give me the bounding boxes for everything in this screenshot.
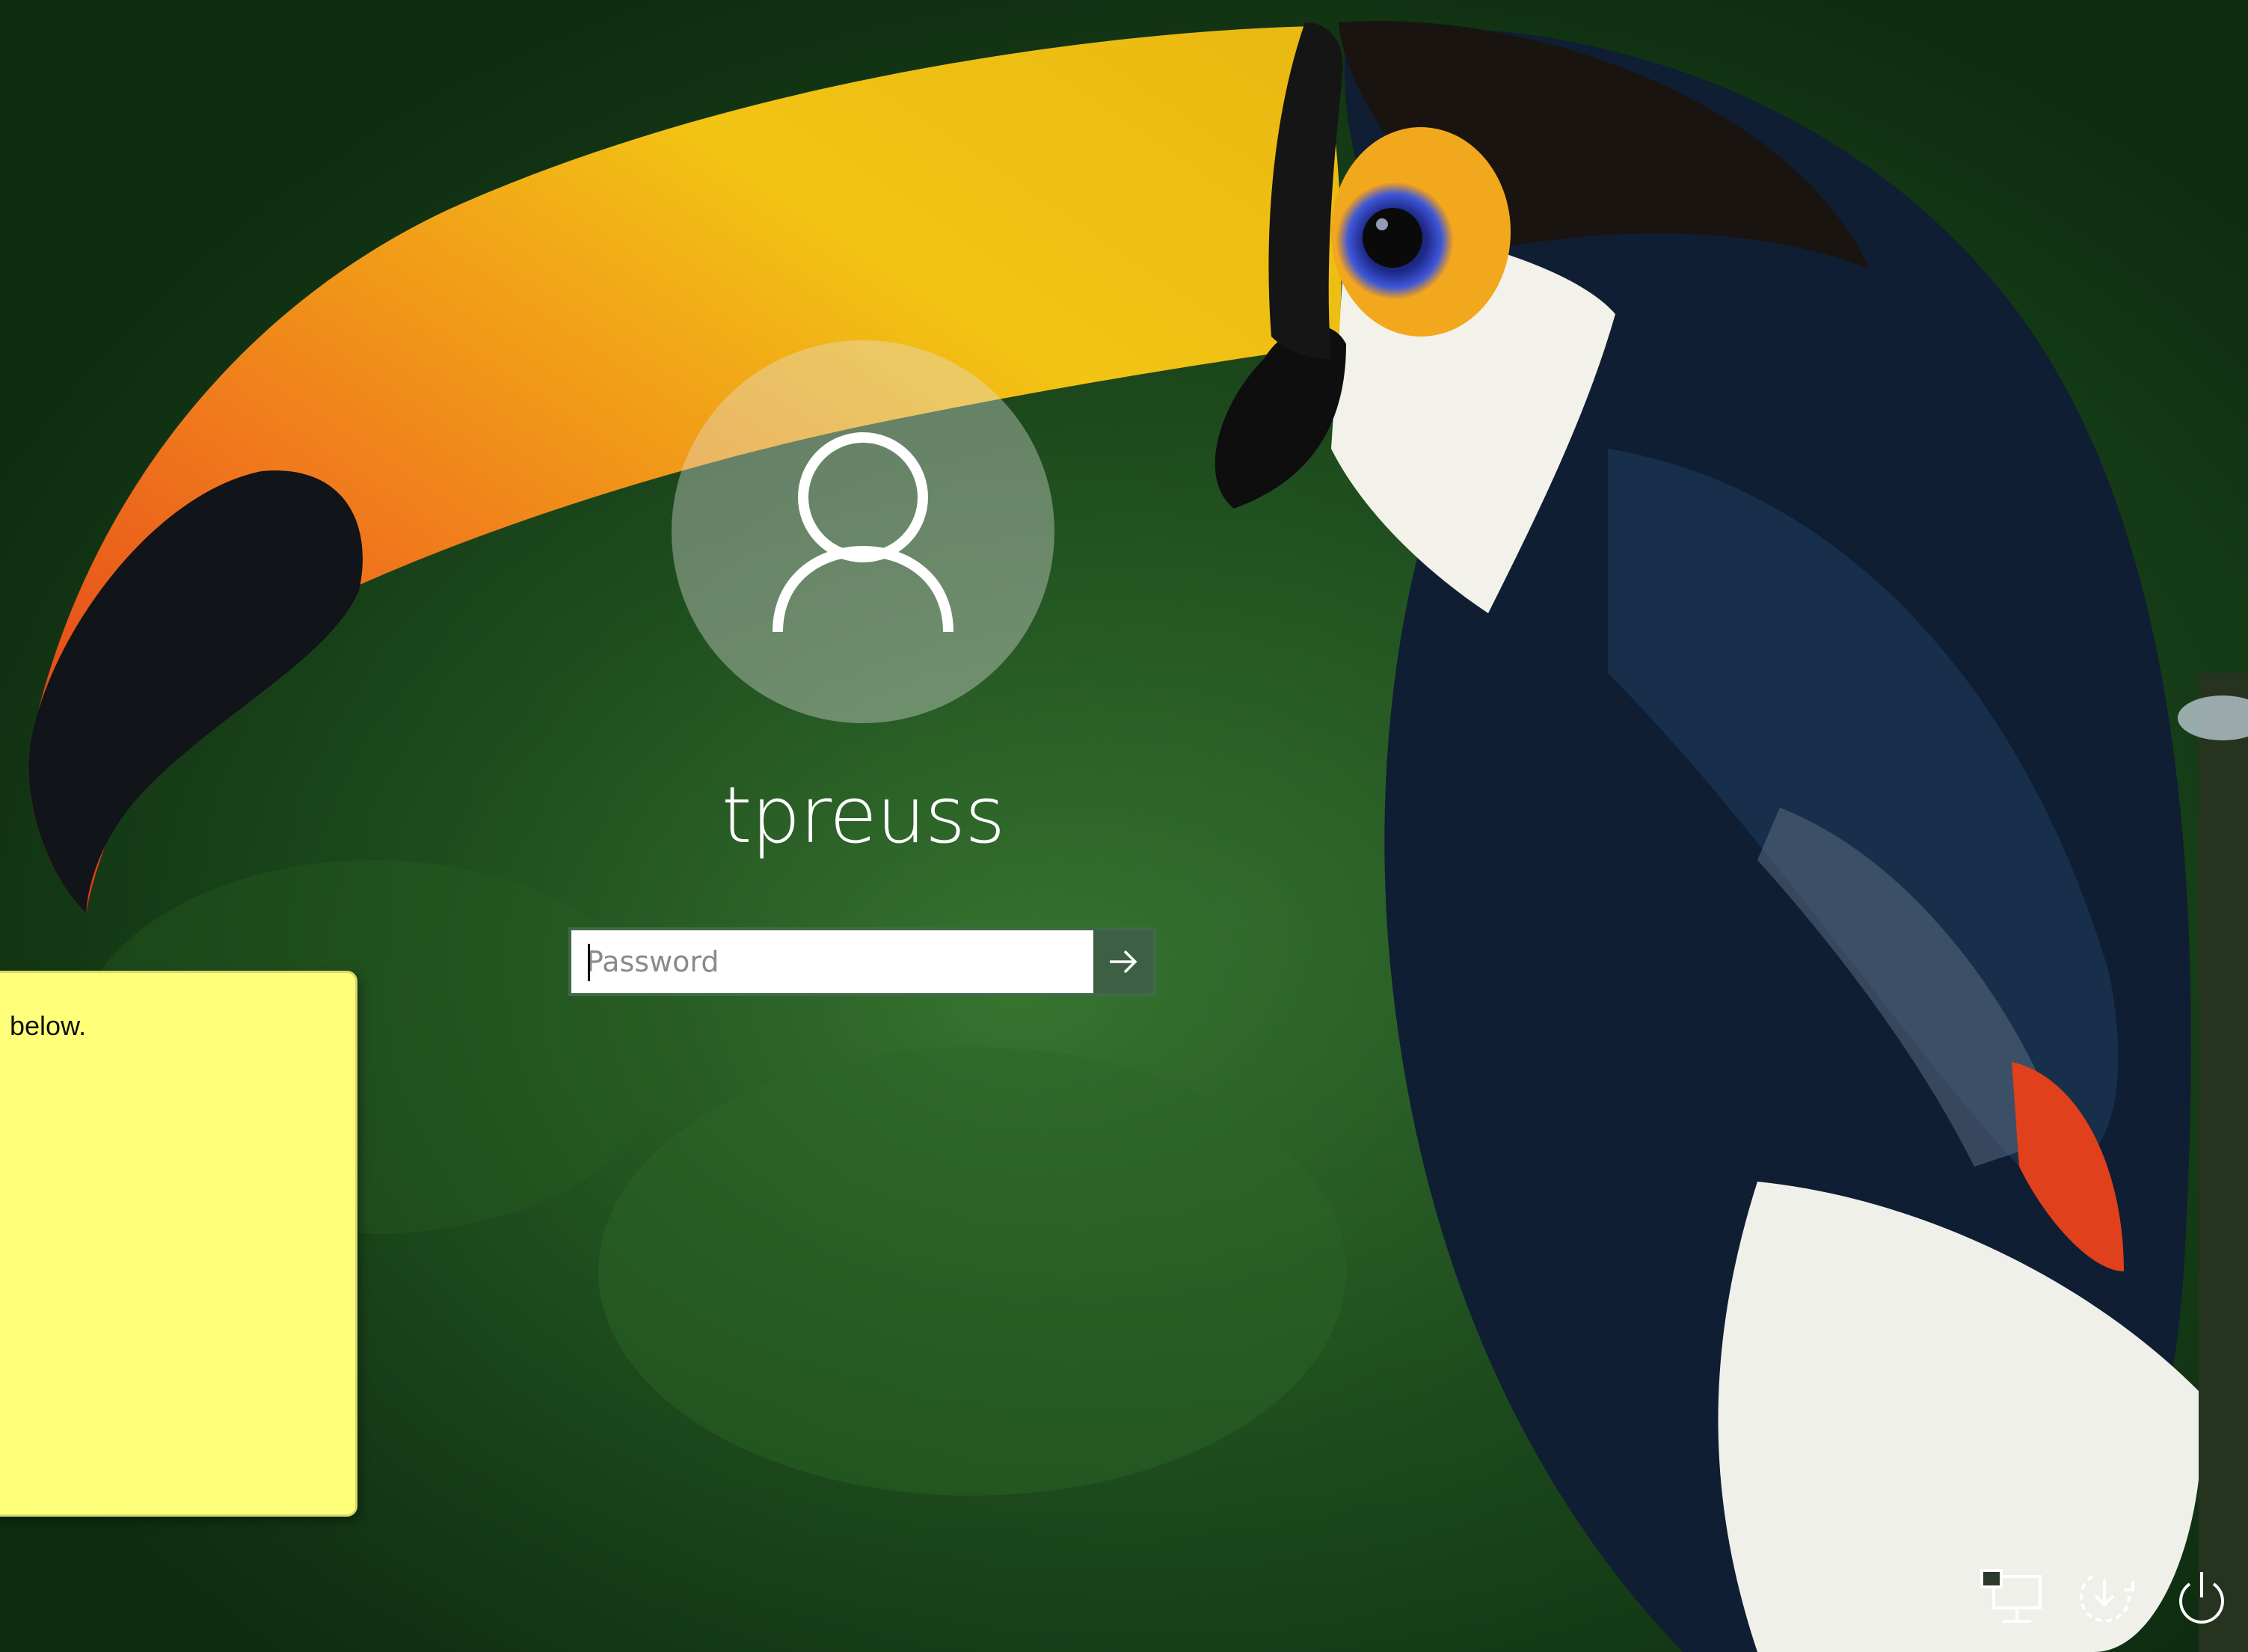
user-silhouette-icon — [773, 432, 953, 633]
sticky-note-text: below. — [10, 1010, 87, 1041]
ease-of-access-icon — [2079, 1575, 2134, 1623]
ease-of-access-button[interactable] — [2070, 1563, 2142, 1635]
network-button[interactable] — [1976, 1563, 2048, 1635]
password-input[interactable] — [571, 930, 1093, 993]
user-avatar — [672, 340, 1054, 723]
sticky-note[interactable]: below. — [0, 971, 357, 1517]
username-label: tpreuss — [721, 770, 1006, 861]
submit-button[interactable] — [1093, 930, 1153, 993]
text-caret — [588, 944, 590, 981]
network-icon — [1980, 1569, 2042, 1623]
power-icon — [2179, 1572, 2224, 1624]
lock-screen: tpreuss below. — [0, 0, 2248, 1652]
arrow-right-icon — [1110, 950, 1137, 974]
password-field-container — [568, 927, 1156, 996]
power-button[interactable] — [2166, 1563, 2238, 1635]
